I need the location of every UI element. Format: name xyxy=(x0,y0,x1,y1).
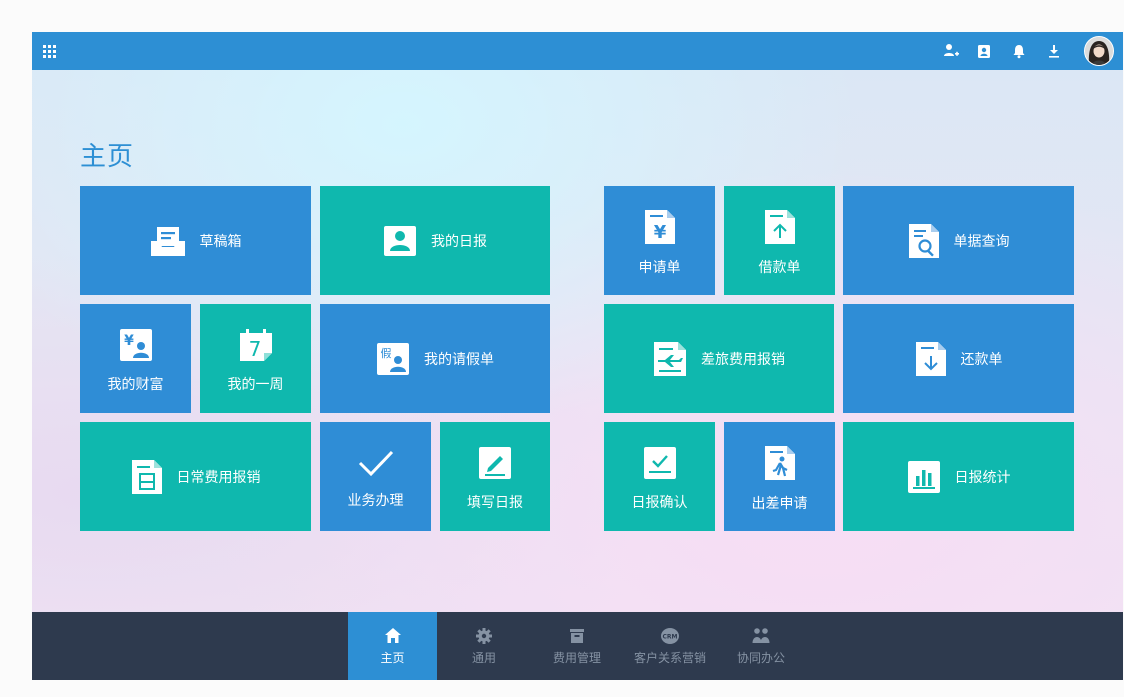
nav-home-label: 主页 xyxy=(380,650,405,665)
nav-general[interactable]: 通用 xyxy=(440,612,528,680)
tile-my-wealth-label: 我的财富 xyxy=(107,376,164,393)
tile-application-label: 申请单 xyxy=(638,259,681,276)
tile-my-leave-label: 我的请假单 xyxy=(424,351,494,368)
top-bar xyxy=(32,32,1123,70)
expense-archive-icon xyxy=(568,627,586,645)
tile-my-week-label: 我的一周 xyxy=(227,376,284,393)
tile-business-trip[interactable]: 出差申请 xyxy=(724,422,835,531)
stats-chart-icon xyxy=(907,460,941,494)
nav-collab[interactable]: 协同办公 xyxy=(716,612,806,680)
calendar-icon: 7 xyxy=(239,328,273,362)
tile-my-week[interactable]: 7 我的一周 xyxy=(200,304,311,413)
nav-crm[interactable]: CRM 客户关系营销 xyxy=(625,612,715,680)
svg-text:¥: ¥ xyxy=(124,333,134,349)
gear-icon xyxy=(475,627,493,645)
leave-icon-char: 假 xyxy=(381,346,392,360)
travel-document-icon xyxy=(653,341,687,377)
collaboration-icon xyxy=(751,627,771,645)
tile-my-leave[interactable]: 假 我的请假单 xyxy=(320,304,550,413)
calendar-icon-number: 7 xyxy=(248,337,261,361)
confirm-inbox-icon xyxy=(643,446,677,480)
nav-general-label: 通用 xyxy=(471,650,496,665)
tile-daily-report-confirm[interactable]: 日报确认 xyxy=(604,422,715,531)
tile-loan[interactable]: 借款单 xyxy=(724,186,835,295)
yuan-document-icon: ¥ xyxy=(644,209,676,245)
tile-document-query-label: 单据查询 xyxy=(953,233,1010,250)
checkmark-icon xyxy=(357,448,395,478)
daily-document-icon xyxy=(131,459,163,495)
download-icon[interactable] xyxy=(1044,41,1064,61)
wealth-badge-icon: ¥ xyxy=(119,328,153,362)
tile-repayment[interactable]: 还款单 xyxy=(843,304,1074,413)
user-badge-icon xyxy=(383,225,417,257)
tile-travel-expense[interactable]: 差旅费用报销 xyxy=(604,304,834,413)
tile-loan-label: 借款单 xyxy=(758,259,801,276)
tile-document-query[interactable]: 单据查询 xyxy=(843,186,1074,295)
crm-icon: CRM xyxy=(660,627,680,645)
tile-application[interactable]: ¥ 申请单 xyxy=(604,186,715,295)
tile-my-daily-report[interactable]: 我的日报 xyxy=(320,186,550,295)
crm-icon-text: CRM xyxy=(663,633,678,640)
tile-my-wealth[interactable]: ¥ 我的财富 xyxy=(80,304,191,413)
tile-drafts-label: 草稿箱 xyxy=(199,233,242,250)
tile-daily-report-confirm-label: 日报确认 xyxy=(631,494,688,511)
tile-fill-daily-report-label: 填写日报 xyxy=(467,494,523,511)
apps-grid-icon[interactable] xyxy=(42,43,58,59)
tile-business-label: 业务办理 xyxy=(347,492,404,509)
tile-drafts[interactable]: 草稿箱 xyxy=(80,186,311,295)
tile-my-daily-report-label: 我的日报 xyxy=(431,233,487,250)
user-avatar[interactable] xyxy=(1084,36,1114,66)
tile-travel-expense-label: 差旅费用报销 xyxy=(701,351,785,368)
edit-pencil-icon xyxy=(478,446,512,480)
tile-daily-report-stats[interactable]: 日报统计 xyxy=(843,422,1074,531)
upload-document-icon xyxy=(764,209,796,245)
tile-daily-expense[interactable]: 日常费用报销 xyxy=(80,422,311,531)
tile-business-trip-label: 出差申请 xyxy=(751,495,808,512)
nav-expense-mgmt-label: 费用管理 xyxy=(552,650,601,665)
nav-expense-mgmt[interactable]: 费用管理 xyxy=(532,612,622,680)
nav-crm-label: 客户关系营销 xyxy=(633,650,706,665)
nav-collab-label: 协同办公 xyxy=(736,650,785,665)
contact-card-icon[interactable] xyxy=(974,41,994,61)
svg-text:¥: ¥ xyxy=(653,222,666,243)
leave-badge-icon: 假 xyxy=(376,342,410,376)
drafts-tray-icon xyxy=(150,224,186,258)
add-user-icon[interactable] xyxy=(941,41,961,61)
bottom-nav-bar: 主页 通用 费用管理 CRM 客户关系营销 协同办公 xyxy=(32,612,1123,680)
app-window: 主页 草稿箱 我的日报 ¥ 申请单 借款单 单据查询 ¥ 我的财富 7 我的一周… xyxy=(32,32,1123,680)
trip-document-icon xyxy=(764,445,796,481)
tile-daily-expense-label: 日常费用报销 xyxy=(176,469,261,486)
bell-icon[interactable] xyxy=(1009,41,1029,61)
tile-business[interactable]: 业务办理 xyxy=(320,422,431,531)
page-title: 主页 xyxy=(80,142,135,172)
document-search-icon xyxy=(908,223,940,259)
home-icon xyxy=(384,627,402,645)
tile-daily-report-stats-label: 日报统计 xyxy=(954,469,1011,486)
tile-repayment-label: 还款单 xyxy=(960,351,1003,368)
download-document-icon xyxy=(915,341,947,377)
nav-home[interactable]: 主页 xyxy=(348,612,437,680)
tile-fill-daily-report[interactable]: 填写日报 xyxy=(440,422,550,531)
